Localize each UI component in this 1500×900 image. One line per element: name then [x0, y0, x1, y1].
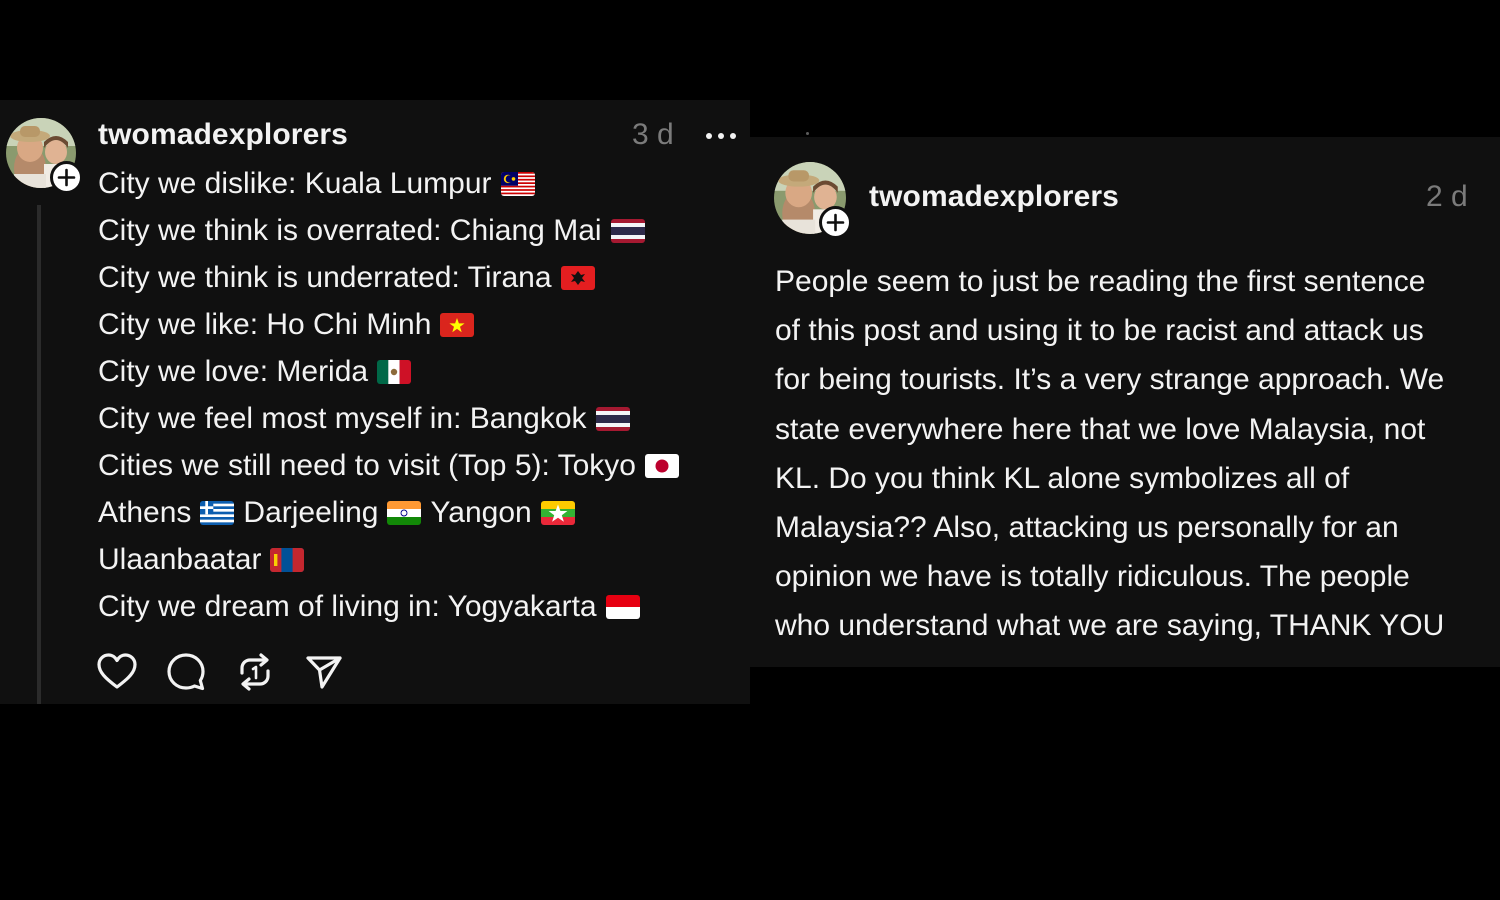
reply-avatar[interactable] — [774, 162, 852, 239]
post-username[interactable]: twomadexplorers — [98, 118, 348, 152]
india-flag — [387, 500, 422, 525]
post-line: Athens Darjeeling Yangon — [98, 489, 688, 536]
post-line: City we feel most myself in: Bangkok — [98, 395, 688, 442]
post-body: City we dislike: Kuala Lumpur City we thi… — [98, 160, 688, 630]
reply-line: opinion we have is totally ridiculous. T… — [775, 560, 1410, 594]
follow-plus-icon[interactable] — [50, 161, 83, 194]
post-line: City we love: Merida — [98, 348, 688, 395]
japan-flag — [645, 453, 679, 478]
reply-line: state everywhere here that we love Malay… — [775, 412, 1426, 446]
reply-line: Malaysia?? Also, attacking us personally… — [775, 511, 1399, 545]
reply-line: People seem to just be reading the first… — [775, 265, 1426, 298]
more-icon[interactable] — [704, 126, 738, 146]
myanmar-flag — [540, 500, 575, 525]
reply-username[interactable]: twomadexplorers — [869, 180, 1119, 214]
albania-flag — [560, 265, 595, 290]
post-line-text: Cities we still need to visit (Top 5): T… — [98, 449, 636, 482]
avatar[interactable] — [6, 118, 83, 194]
post-line-text: City we feel most myself in: Bangkok — [98, 402, 587, 435]
mongolia-flag — [270, 547, 305, 572]
post-line: City we dream of living in: Yogyakarta — [98, 583, 688, 630]
post-line: Ulaanbaatar — [98, 536, 688, 583]
mexico-flag — [377, 359, 412, 384]
comment-icon[interactable] — [165, 651, 207, 693]
post-line: City we like: Ho Chi Minh — [98, 301, 688, 348]
post-line-text: City we think is overrated: Chiang Mai — [98, 214, 602, 247]
heart-icon[interactable] — [96, 651, 138, 693]
thread-line — [37, 205, 41, 704]
indonesia-flag — [605, 594, 640, 619]
repost-icon[interactable] — [234, 651, 276, 693]
post-line-text: City we dislike: Kuala Lumpur — [98, 167, 492, 200]
reply-line: of this post and using it to be racist a… — [775, 314, 1424, 348]
post-line-text: Ulaanbaatar — [98, 543, 262, 576]
post-line: City we think is overrated: Chiang Mai — [98, 207, 688, 254]
reply-body: People seem to just be reading the first… — [775, 257, 1500, 651]
reply-timestamp: 2 d — [1426, 180, 1468, 213]
post-line-text: City we like: Ho Chi Minh — [98, 308, 432, 341]
vietnam-flag — [440, 312, 475, 337]
post-line-text: City we think is underrated: Tirana — [98, 261, 552, 294]
reply-line: KL. Do you think KL alone symbolizes all… — [775, 461, 1350, 495]
reply-line: for being tourists. It’s a very strange … — [775, 363, 1445, 397]
post-line: Cities we still need to visit (Top 5): T… — [98, 442, 688, 489]
post-line-text: Darjeeling — [243, 496, 379, 529]
reply-line: who understand what we are saying, THANK… — [775, 609, 1445, 643]
post-line-text: Athens — [98, 496, 192, 529]
share-icon[interactable] — [303, 651, 345, 693]
post-line-text: City we dream of living in: Yogyakarta — [98, 590, 597, 623]
follow-plus-icon[interactable] — [819, 206, 852, 239]
post-timestamp: 3 d — [632, 118, 674, 151]
thailand-flag — [610, 218, 645, 243]
greece-flag — [200, 500, 235, 525]
divider-dot — [806, 132, 809, 135]
post-line-text: Yangon — [430, 496, 532, 529]
post-line: City we think is underrated: Tirana — [98, 254, 688, 301]
malaysia-flag — [500, 171, 535, 196]
post-line: City we dislike: Kuala Lumpur — [98, 160, 688, 207]
thailand-flag — [595, 406, 630, 431]
post-line-text: City we love: Merida — [98, 355, 369, 388]
